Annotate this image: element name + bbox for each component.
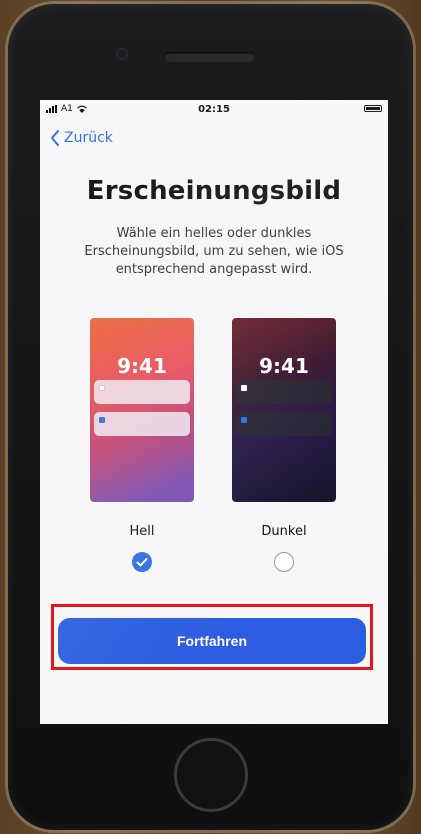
preview-notification <box>94 412 190 436</box>
light-appearance-preview[interactable]: 9:41 <box>90 318 194 502</box>
light-radio-button[interactable] <box>132 552 152 572</box>
preview-time: 9:41 <box>259 354 309 378</box>
back-label: Zurück <box>64 130 113 146</box>
preview-notification <box>236 412 332 436</box>
checkmark-icon <box>136 558 148 567</box>
preview-notification <box>94 380 190 404</box>
page-title: Erscheinungsbild <box>86 176 342 206</box>
dark-appearance-preview[interactable]: 9:41 <box>232 318 336 502</box>
page-subtitle: Wähle ein helles oder dunkles Erscheinun… <box>84 226 344 277</box>
preview-time: 9:41 <box>117 354 167 378</box>
front-camera <box>116 48 128 60</box>
option-label-dark: Dunkel <box>261 524 307 539</box>
chevron-left-icon <box>51 130 59 146</box>
home-button[interactable] <box>174 738 248 812</box>
option-label-light: Hell <box>129 524 155 539</box>
status-time: 02:15 <box>198 104 230 115</box>
preview-notification <box>236 380 332 404</box>
earpiece-speaker <box>164 52 256 62</box>
battery-icon <box>364 105 382 112</box>
back-button[interactable]: Zurück <box>50 130 113 146</box>
status-bar: A1 02:15 <box>40 100 388 122</box>
dark-radio-button[interactable] <box>274 552 294 572</box>
highlight-annotation <box>51 604 373 670</box>
